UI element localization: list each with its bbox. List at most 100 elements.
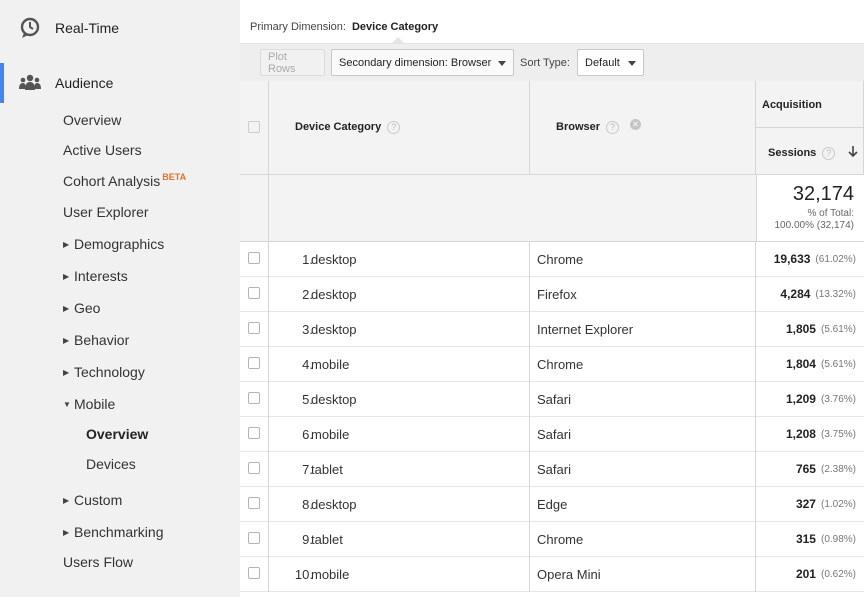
row-number: 3.	[302, 321, 313, 337]
remove-dimension-icon[interactable]: ✕	[630, 119, 641, 130]
nav-realtime[interactable]: Real-Time	[0, 8, 240, 48]
table-toolbar: Plot Rows Secondary dimension: Browser S…	[240, 43, 864, 81]
report-panel: Primary Dimension: Device Category Plot R…	[240, 0, 864, 597]
select-all-checkbox[interactable]	[248, 121, 260, 133]
sidebar-item[interactable]: Overview	[63, 112, 121, 128]
sidebar-item[interactable]: ▶ Demographics	[63, 236, 164, 252]
header-device-category[interactable]: Device Category?	[269, 81, 530, 175]
sidebar-item[interactable]: Overview	[86, 426, 148, 442]
browser-cell[interactable]: Edge	[537, 487, 567, 521]
sidebar-item[interactable]: ▶ Technology	[63, 364, 145, 380]
browser-cell[interactable]: Chrome	[537, 242, 583, 276]
browser-cell[interactable]: Chrome	[537, 522, 583, 556]
browser-cell[interactable]: Safari	[537, 452, 571, 486]
header-sessions[interactable]: Sessions?	[756, 128, 864, 175]
sidebar-item[interactable]: Devices	[86, 456, 136, 472]
header-sessions-label: Sessions	[768, 147, 817, 159]
sidebar-item-label: Interests	[74, 268, 128, 284]
device-category-cell[interactable]: mobile	[311, 417, 349, 451]
header-browser[interactable]: Browser? ✕	[530, 81, 756, 175]
browser-cell[interactable]: Safari	[537, 382, 571, 416]
sidebar-item[interactable]: ▶ Interests	[63, 268, 128, 284]
table-row: 10. mobile Opera Mini 201 (0.62%)	[240, 557, 864, 592]
sessions-value: 201	[795, 567, 816, 581]
help-icon[interactable]: ?	[606, 121, 620, 134]
sessions-value: 1,208	[785, 427, 816, 441]
totals-row: 32,174 % of Total: 100.00% (32,174)	[240, 175, 864, 242]
sidebar-item[interactable]: ▶ Behavior	[63, 332, 129, 348]
totals-cell: 32,174 % of Total: 100.00% (32,174)	[756, 175, 864, 241]
device-category-cell[interactable]: desktop	[311, 242, 357, 276]
caret-right-icon: ▶	[63, 336, 70, 345]
browser-cell[interactable]: Opera Mini	[537, 557, 601, 591]
sessions-cell: 1,804 (5.61%)	[756, 347, 856, 381]
row-checkbox[interactable]	[248, 497, 260, 509]
sidebar-item[interactable]: Users Flow	[63, 554, 133, 570]
secondary-dimension-dropdown[interactable]: Secondary dimension: Browser	[331, 49, 514, 76]
table-row: 5. desktop Safari 1,209 (3.76%)	[240, 382, 864, 417]
help-icon[interactable]: ?	[822, 147, 836, 160]
device-category-cell[interactable]: desktop	[311, 487, 357, 521]
sessions-cell: 765 (2.38%)	[756, 452, 856, 486]
device-category-cell[interactable]: mobile	[311, 557, 349, 591]
plot-rows-button[interactable]: Plot Rows	[260, 49, 325, 76]
sidebar-item-label: Cohort Analysis	[63, 173, 161, 189]
row-checkbox[interactable]	[248, 567, 260, 579]
row-checkbox[interactable]	[248, 462, 260, 474]
nav-audience-label: Audience	[55, 75, 114, 91]
arrow-down-icon[interactable]	[848, 146, 858, 158]
sessions-cell: 315 (0.98%)	[756, 522, 856, 556]
caret-right-icon: ▶	[63, 528, 70, 537]
help-icon[interactable]: ?	[387, 121, 401, 134]
table-row: 6. mobile Safari 1,208 (3.75%)	[240, 417, 864, 452]
device-category-cell[interactable]: desktop	[311, 277, 357, 311]
row-checkbox[interactable]	[248, 392, 260, 404]
total-sessions-value: 32,174	[792, 183, 854, 205]
browser-cell[interactable]: Chrome	[537, 347, 583, 381]
total-pct-value: 100.00% (32,174)	[774, 220, 854, 231]
primary-dimension-value[interactable]: Device Category	[352, 21, 438, 33]
header-browser-label: Browser	[556, 121, 601, 133]
row-checkbox[interactable]	[248, 427, 260, 439]
device-category-cell[interactable]: desktop	[311, 312, 357, 346]
sidebar-item-label: Active Users	[63, 142, 142, 158]
table-row: 7. tablet Safari 765 (2.38%)	[240, 452, 864, 487]
header-device-category-label: Device Category	[295, 121, 382, 133]
sidebar-item[interactable]: ▼ Mobile	[63, 396, 115, 412]
row-checkbox[interactable]	[248, 252, 260, 264]
secondary-dimension-label: Secondary dimension: Browser	[339, 56, 492, 69]
sessions-value: 765	[795, 462, 816, 476]
device-category-cell[interactable]: mobile	[311, 347, 349, 381]
row-number: 1.	[302, 251, 313, 267]
sidebar-item[interactable]: ▶ Benchmarking	[63, 524, 164, 540]
sessions-value: 1,805	[785, 322, 816, 336]
sidebar-item-label: Technology	[74, 364, 145, 380]
header-acquisition-label: Acquisition	[762, 99, 822, 111]
sidebar-item[interactable]: ▶ Geo	[63, 300, 100, 316]
row-checkbox[interactable]	[248, 287, 260, 299]
primary-dimension-label: Primary Dimension:	[250, 21, 346, 33]
sidebar-item[interactable]: Cohort Analysis BETA	[63, 172, 186, 189]
nav-audience[interactable]: Audience	[0, 63, 240, 103]
header-acquisition-group: Acquisition	[756, 81, 864, 128]
browser-cell[interactable]: Firefox	[537, 277, 577, 311]
row-checkbox[interactable]	[248, 322, 260, 334]
sessions-cell: 1,208 (3.75%)	[756, 417, 856, 451]
sidebar-item-label: Demographics	[74, 236, 165, 252]
sidebar-item[interactable]: ▶ Custom	[63, 492, 122, 508]
row-checkbox[interactable]	[248, 532, 260, 544]
browser-cell[interactable]: Internet Explorer	[537, 312, 633, 346]
caret-down-icon: ▼	[63, 400, 71, 409]
sort-type-dropdown[interactable]: Default	[577, 49, 644, 76]
device-category-cell[interactable]: tablet	[311, 522, 343, 556]
sidebar-item[interactable]: Active Users	[63, 142, 142, 158]
sidebar-item-label: Behavior	[74, 332, 130, 348]
device-category-cell[interactable]: desktop	[311, 382, 357, 416]
device-category-cell[interactable]: tablet	[311, 452, 343, 486]
row-number: 4.	[302, 356, 313, 372]
sessions-value: 327	[795, 497, 816, 511]
row-checkbox[interactable]	[248, 357, 260, 369]
chevron-down-icon	[498, 61, 506, 66]
browser-cell[interactable]: Safari	[537, 417, 571, 451]
sidebar-item[interactable]: User Explorer	[63, 204, 149, 220]
